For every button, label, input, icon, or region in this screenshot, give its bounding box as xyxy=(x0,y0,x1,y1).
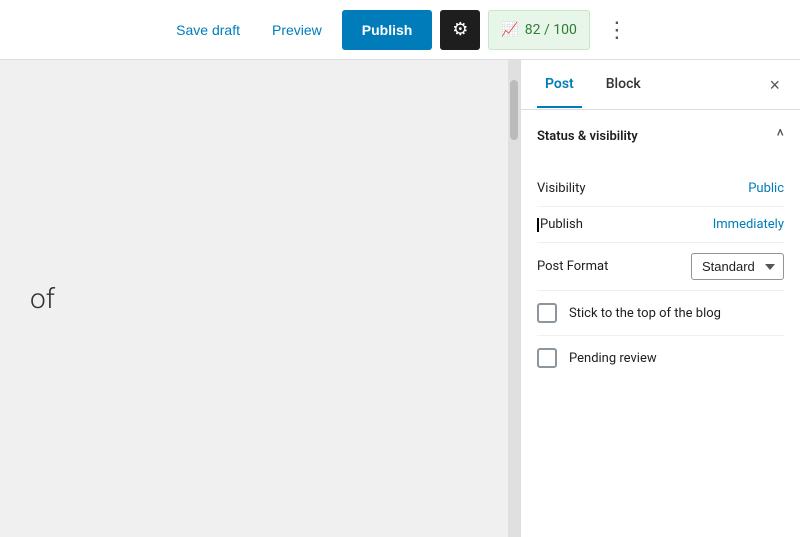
pending-review-label: Pending review xyxy=(569,351,657,366)
pending-review-row: Pending review xyxy=(537,336,784,380)
right-panel: Post Block × Status & visibility ^ Visib… xyxy=(520,60,800,537)
scrollbar-thumb[interactable] xyxy=(510,80,518,140)
publish-value[interactable]: Immediately xyxy=(713,217,784,232)
stick-to-top-label: Stick to the top of the blog xyxy=(569,306,721,321)
chevron-up-icon: ^ xyxy=(776,126,784,147)
seo-score-value: 82 / 100 xyxy=(525,22,577,38)
visibility-label: Visibility xyxy=(537,181,586,196)
gear-icon: ⚙ xyxy=(452,19,468,40)
ellipsis-icon: ⋮ xyxy=(606,17,628,42)
seo-score-icon: 📈 xyxy=(501,22,518,38)
more-options-button[interactable]: ⋮ xyxy=(598,15,636,45)
preview-button[interactable]: Preview xyxy=(260,16,334,44)
visibility-value[interactable]: Public xyxy=(748,181,784,196)
settings-button[interactable]: ⚙ xyxy=(440,10,480,50)
section-title: Status & visibility xyxy=(537,129,638,144)
stick-to-top-checkbox[interactable] xyxy=(537,303,557,323)
post-format-select[interactable]: Standard Aside Image Video Quote Link xyxy=(691,253,784,280)
visibility-row: Visibility Public xyxy=(537,171,784,207)
editor-content: of xyxy=(30,282,55,315)
toolbar-center: Save draft Preview Publish ⚙ 📈 82 / 100 … xyxy=(164,10,636,50)
toolbar: Save draft Preview Publish ⚙ 📈 82 / 100 … xyxy=(0,0,800,60)
stick-to-top-row: Stick to the top of the blog xyxy=(537,291,784,336)
pending-review-checkbox[interactable] xyxy=(537,348,557,368)
main-area: of Post Block × Status & visibility ^ Vi… xyxy=(0,60,800,537)
editor-area: of xyxy=(0,60,508,537)
status-visibility-content: Visibility Public Publish Immediately Po… xyxy=(521,163,800,396)
panel-close-button[interactable]: × xyxy=(765,72,784,98)
publish-label: Publish xyxy=(537,217,583,232)
tab-post[interactable]: Post xyxy=(537,62,582,108)
publish-row: Publish Immediately xyxy=(537,207,784,243)
save-draft-button[interactable]: Save draft xyxy=(164,16,252,44)
status-visibility-section-header[interactable]: Status & visibility ^ xyxy=(521,110,800,163)
post-format-label: Post Format xyxy=(537,259,608,274)
seo-score-badge[interactable]: 📈 82 / 100 xyxy=(488,10,590,50)
panel-tabs: Post Block × xyxy=(521,60,800,110)
text-cursor xyxy=(537,218,539,232)
scrollbar-track[interactable] xyxy=(508,60,520,537)
tab-block[interactable]: Block xyxy=(598,62,649,108)
publish-button[interactable]: Publish xyxy=(342,10,433,50)
post-format-row: Post Format Standard Aside Image Video Q… xyxy=(537,243,784,291)
